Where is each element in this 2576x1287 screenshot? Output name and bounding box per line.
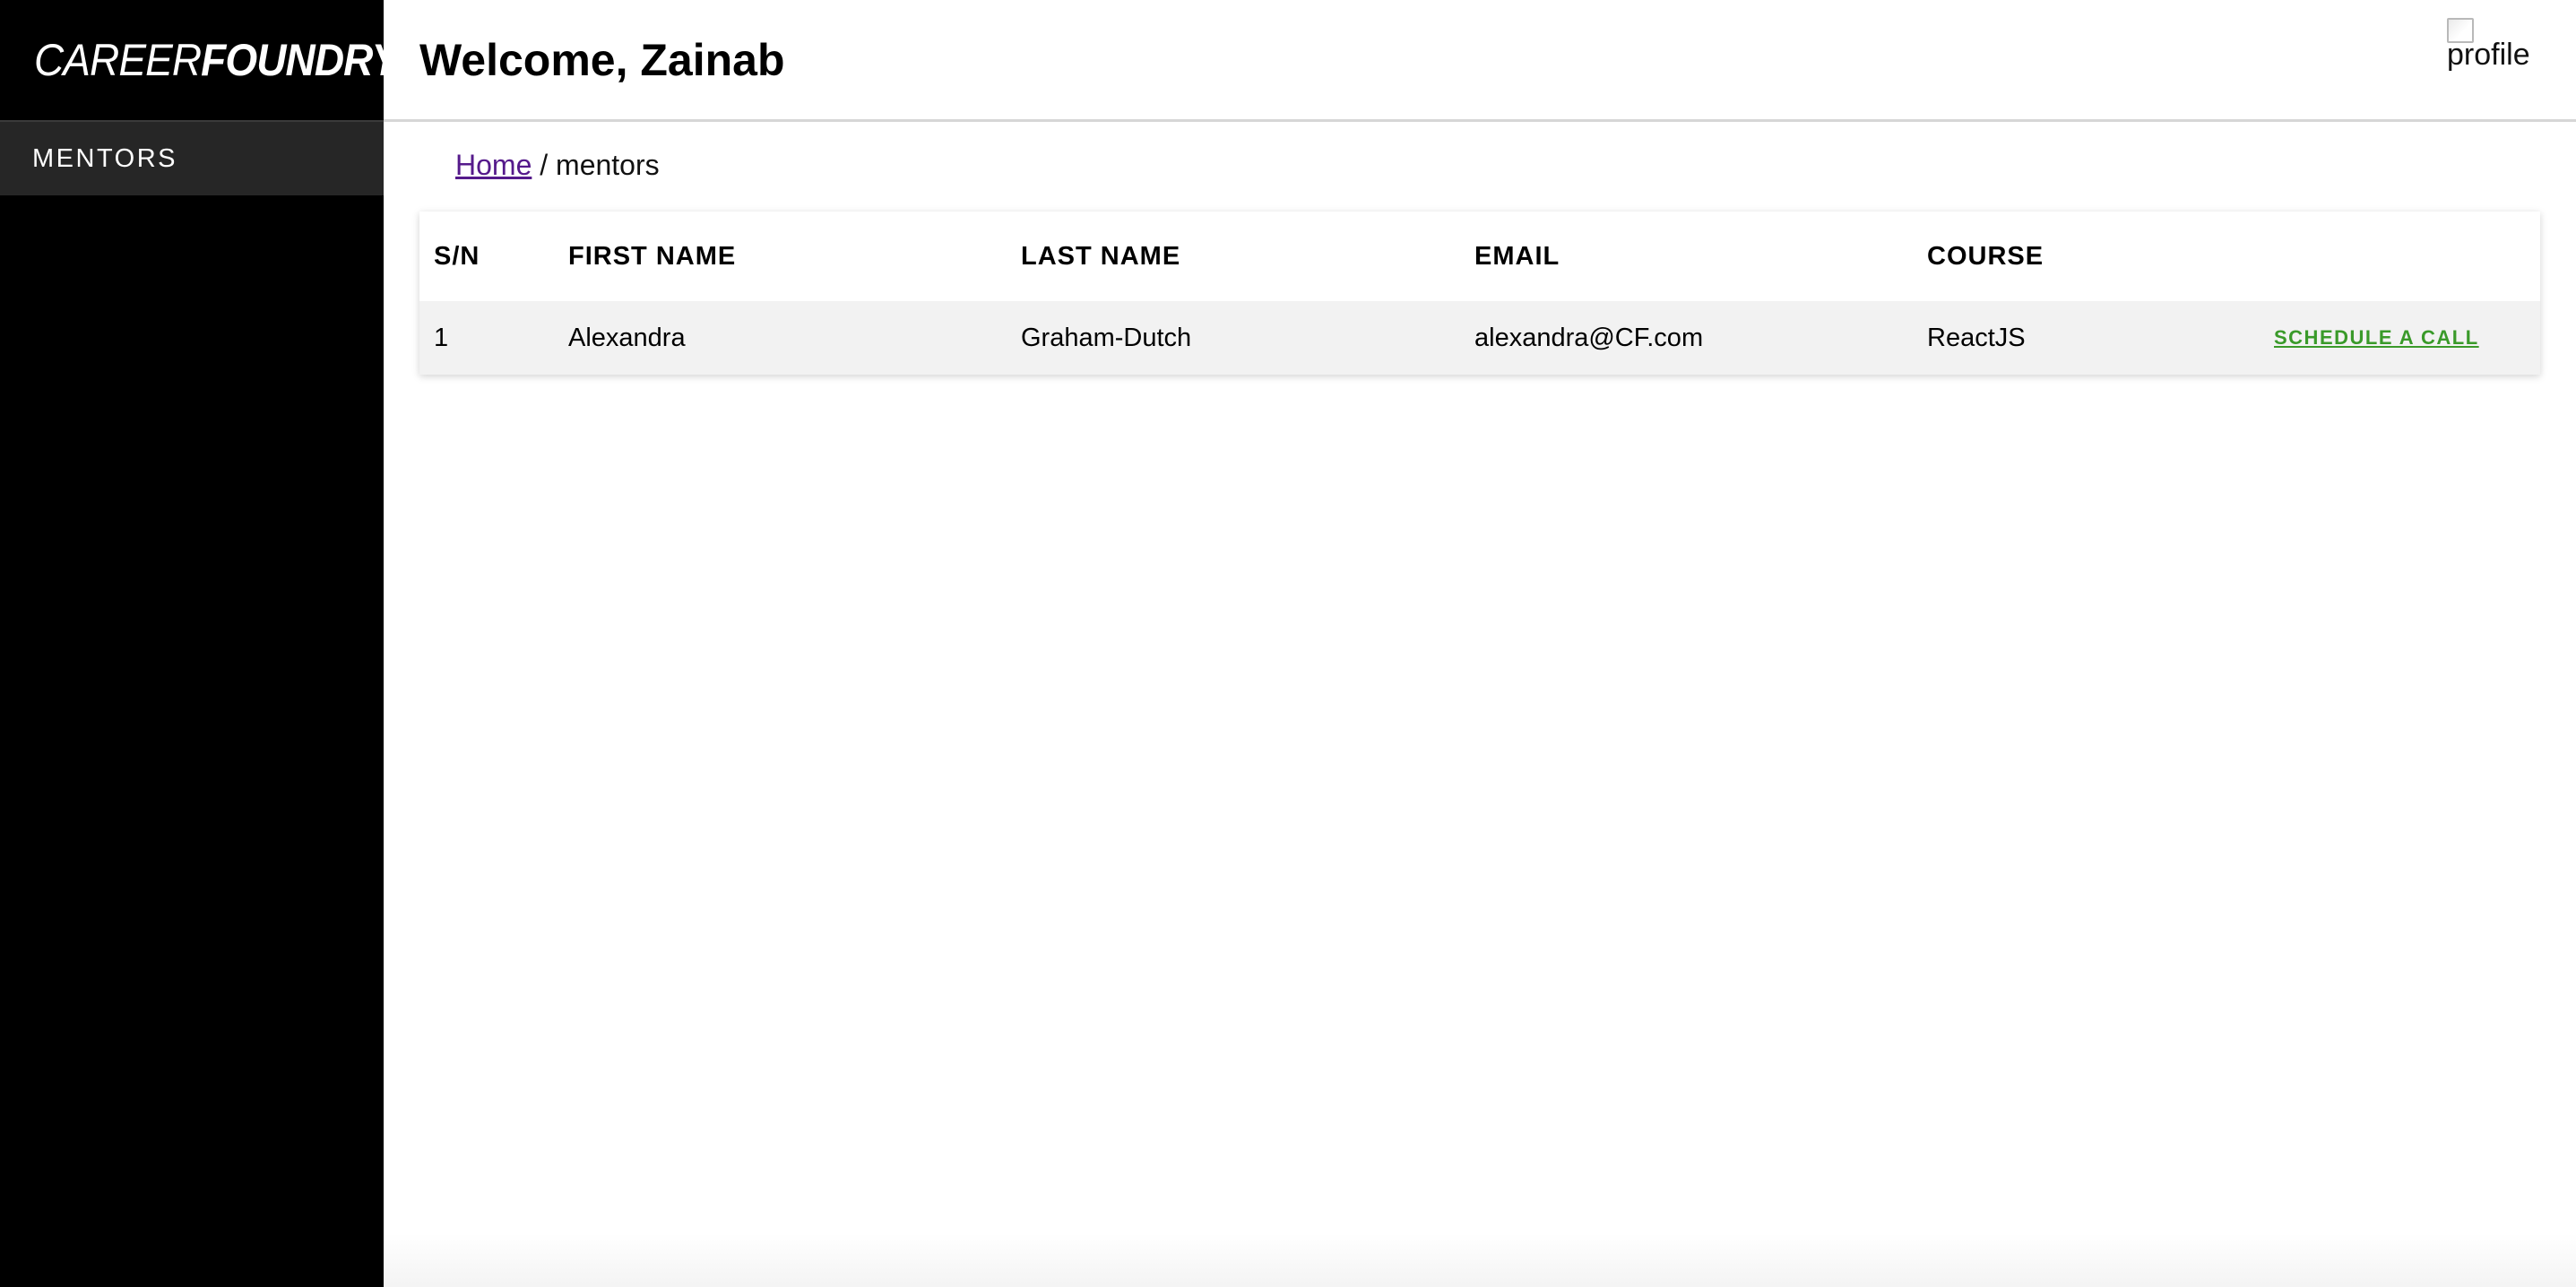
logo-text: CAREERFOUNDRY bbox=[34, 34, 399, 86]
cell-first-name: Alexandra bbox=[568, 323, 686, 352]
sidebar-item-label: MENTORS bbox=[32, 143, 177, 173]
cell-course: ReactJS bbox=[1927, 323, 2026, 352]
cell-last-name: Graham-Dutch bbox=[1021, 323, 1192, 352]
breadcrumb-current: mentors bbox=[556, 149, 660, 181]
breadcrumb-separator: / bbox=[532, 149, 557, 181]
table-row: 1 Alexandra Graham-Dutch alexandra@CF.co… bbox=[419, 301, 2540, 375]
cell-email: alexandra@CF.com bbox=[1474, 323, 1704, 352]
breadcrumb: Home / mentors bbox=[455, 149, 660, 182]
brand-logo[interactable]: CAREERFOUNDRY bbox=[0, 0, 399, 122]
column-header-course: COURSE bbox=[1927, 241, 2044, 271]
column-header-sn: S/N bbox=[434, 241, 480, 271]
breadcrumb-home-link[interactable]: Home bbox=[455, 149, 532, 181]
bottom-fade bbox=[384, 1233, 2576, 1287]
column-header-last-name: LAST NAME bbox=[1021, 241, 1181, 271]
table-header-row: S/N FIRST NAME LAST NAME EMAIL COURSE bbox=[419, 212, 2540, 301]
logo-text-light: CAREER bbox=[34, 35, 202, 85]
sidebar-item-mentors[interactable]: MENTORS bbox=[0, 122, 384, 195]
cell-sn: 1 bbox=[434, 323, 449, 352]
column-header-email: EMAIL bbox=[1474, 241, 1560, 271]
profile-avatar[interactable]: profile bbox=[2447, 18, 2533, 73]
page-title: Welcome, Zainab bbox=[419, 35, 785, 85]
sidebar: CAREERFOUNDRY MENTORS bbox=[0, 0, 399, 1287]
profile-alt-text: profile bbox=[2447, 38, 2530, 72]
mentors-table: S/N FIRST NAME LAST NAME EMAIL COURSE 1 … bbox=[419, 212, 2540, 375]
logo-text-bold: FOUNDRY bbox=[201, 35, 399, 85]
app-root: CAREERFOUNDRY MENTORS Welcome, Zainab pr… bbox=[0, 0, 2576, 1287]
schedule-call-link[interactable]: SCHEDULE A CALL bbox=[2274, 326, 2479, 350]
top-header: Welcome, Zainab profile bbox=[384, 0, 2576, 122]
column-header-first-name: FIRST NAME bbox=[568, 241, 737, 271]
